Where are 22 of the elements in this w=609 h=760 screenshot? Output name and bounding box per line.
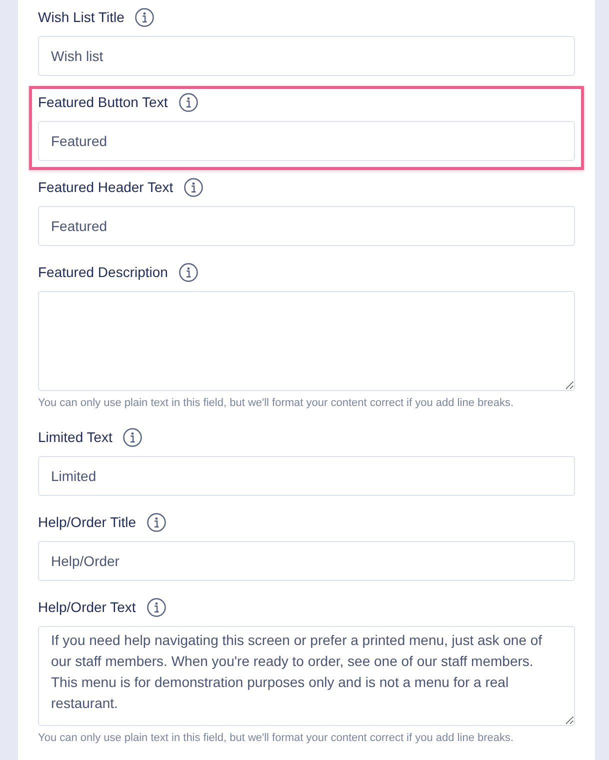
text-input[interactable]: Featured — [38, 121, 575, 161]
field-label: Limited Text — [38, 429, 112, 445]
help-text: You can only use plain text in this field, but we'll format your content correct if you add line breaks. — [38, 396, 515, 411]
info-icon[interactable] — [147, 512, 166, 532]
field-label: Help/Order Text — [38, 599, 136, 615]
info-icon[interactable] — [135, 8, 154, 26]
field-label: Help/Order Title — [38, 514, 136, 530]
info-icon[interactable] — [146, 598, 166, 616]
text-input[interactable]: Help/Order — [38, 541, 575, 581]
info-icon[interactable] — [123, 428, 142, 446]
text-input[interactable]: Limited — [38, 456, 575, 496]
text-input[interactable]: Wish list — [38, 36, 575, 76]
info-icon[interactable] — [178, 92, 198, 112]
info-icon[interactable] — [184, 178, 204, 196]
help-text: You can only use plain text in this field, but we'll format your content correct if you add line breaks. — [38, 731, 515, 746]
field-label: Wish List Title — [38, 9, 124, 25]
text-input[interactable]: Featured — [38, 206, 575, 246]
text-area[interactable]: If you need help navigating this screen or prefer a printed menu, just ask one of our staff members. When you're ready to order, see one of our staff members. This menu is for demonstration purposes only and is not a menu for a real restaurant. — [38, 626, 575, 726]
field-label: Featured Description — [38, 264, 168, 280]
field-label: Featured Header Text — [38, 179, 174, 195]
info-icon[interactable] — [178, 262, 198, 282]
field-label: Featured Button Text — [38, 94, 168, 110]
